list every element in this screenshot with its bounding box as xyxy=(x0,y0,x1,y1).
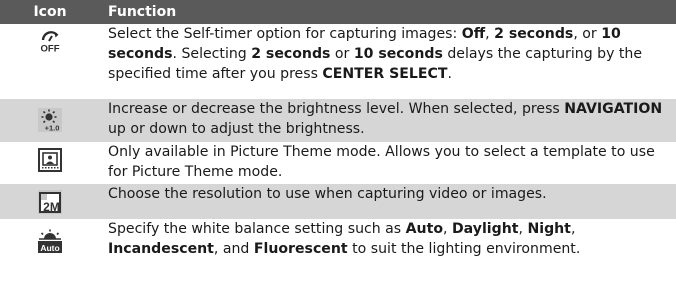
bold-term: NAVIGATION xyxy=(564,101,663,117)
table-row: Only available in Picture Theme mode. Al… xyxy=(0,142,676,184)
text-segment: , xyxy=(570,221,576,237)
table-row: OFF Select the Self-timer option for cap… xyxy=(0,24,676,99)
bold-term: CENTER SELECT xyxy=(322,66,448,82)
brightness-value-label: +1.0 xyxy=(45,124,60,133)
brightness-icon: +1.0 xyxy=(38,108,62,132)
resolution-value-label: 2M xyxy=(43,200,60,214)
bold-term: Daylight xyxy=(451,221,519,237)
white-balance-auto-icon: Auto xyxy=(38,229,62,253)
icon-cell: OFF xyxy=(0,24,100,99)
table-row: +1.0 Increase or decrease the brightness… xyxy=(0,99,676,142)
function-table: Icon Function OFF Select the Self-timer … xyxy=(0,0,676,263)
function-text: Specify the white balance setting such a… xyxy=(100,219,676,263)
bold-term: 2 seconds xyxy=(494,26,574,42)
text-segment: to suit the lighting environment. xyxy=(347,241,581,257)
text-segment: Choose the resolution to use when captur… xyxy=(108,186,547,202)
text-segment: , or xyxy=(573,26,602,42)
table-header: Icon Function xyxy=(0,0,676,24)
table-row: Auto Specify the white balance setting s… xyxy=(0,219,676,263)
bold-term: Auto xyxy=(405,221,444,237)
bold-term: Fluorescent xyxy=(253,241,348,257)
text-segment: , xyxy=(443,221,452,237)
bold-term: Off xyxy=(461,26,486,42)
self-timer-off-icon: OFF xyxy=(38,29,62,53)
text-segment: up or down to adjust the brightness. xyxy=(108,121,365,137)
svg-text:OFF: OFF xyxy=(41,44,60,54)
bold-term: 10 seconds xyxy=(353,46,443,62)
text-segment: . Selecting xyxy=(172,46,252,62)
icon-cell: +1.0 xyxy=(0,99,100,142)
table-row: 2M Choose the resolution to use when cap… xyxy=(0,184,676,219)
icon-cell xyxy=(0,142,100,184)
text-segment: . xyxy=(447,66,452,82)
icon-cell: 2M xyxy=(0,184,100,219)
text-segment: , xyxy=(485,26,495,42)
function-text: Increase or decrease the brightness leve… xyxy=(100,99,676,142)
bold-term: Night xyxy=(527,221,571,237)
bold-term: 2 seconds xyxy=(251,46,331,62)
picture-theme-icon xyxy=(38,148,62,172)
icon-column-header: Icon xyxy=(33,4,67,20)
white-balance-mode-label: Auto xyxy=(40,243,59,253)
text-segment: Specify the white balance setting such a… xyxy=(108,221,406,237)
function-text: Choose the resolution to use when captur… xyxy=(100,184,676,219)
text-segment: , and xyxy=(213,241,254,257)
function-column-header: Function xyxy=(108,4,177,20)
text-segment: Only available in Picture Theme mode. Al… xyxy=(108,144,655,180)
bold-term: Incandescent xyxy=(108,241,214,257)
icon-cell: Auto xyxy=(0,219,100,263)
resolution-icon: 2M xyxy=(38,190,62,214)
text-segment: Increase or decrease the brightness leve… xyxy=(108,101,565,117)
text-segment: or xyxy=(330,46,354,62)
function-text: Only available in Picture Theme mode. Al… xyxy=(100,142,676,184)
text-segment: Select the Self-timer option for capturi… xyxy=(108,26,462,42)
function-text: Select the Self-timer option for capturi… xyxy=(100,24,676,99)
